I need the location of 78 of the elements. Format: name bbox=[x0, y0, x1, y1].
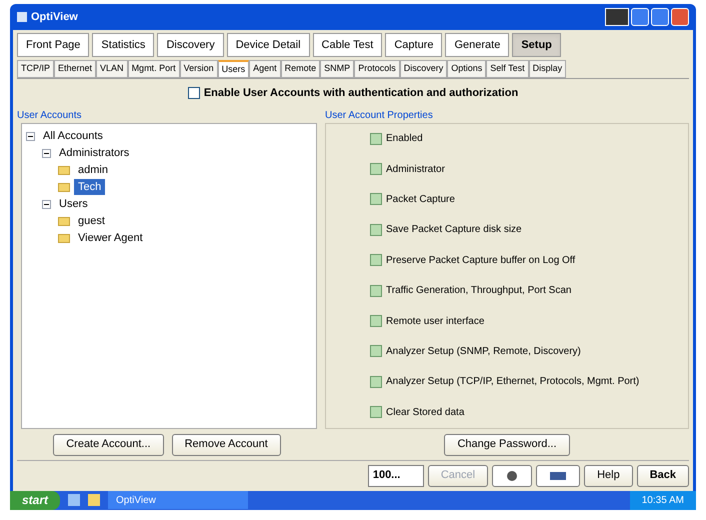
help-button[interactable]: Help bbox=[584, 464, 633, 486]
group-title: User Account Properties bbox=[325, 108, 434, 122]
property-label: Save Packet Capture disk size bbox=[386, 223, 522, 238]
zoom-field[interactable]: 100... bbox=[368, 464, 424, 486]
enable-accounts-label: Enable User Accounts with authentication and authorization bbox=[204, 86, 518, 101]
window-title: OptiView bbox=[31, 10, 78, 25]
tree-item[interactable]: guest bbox=[74, 212, 109, 230]
settings-tab[interactable]: VLAN bbox=[96, 60, 128, 78]
property-checkbox[interactable] bbox=[370, 132, 382, 145]
property-checkbox[interactable] bbox=[370, 254, 382, 266]
settings-tab[interactable]: Options bbox=[447, 60, 486, 78]
folder-icon bbox=[58, 216, 70, 226]
globe-button[interactable] bbox=[492, 464, 532, 486]
close-button[interactable] bbox=[671, 8, 689, 26]
app-icon bbox=[17, 12, 27, 22]
settings-tab[interactable]: Version bbox=[180, 60, 218, 78]
property-checkbox[interactable] bbox=[370, 163, 382, 176]
main-tab[interactable]: Generate bbox=[445, 33, 510, 57]
tree-item[interactable]: Tech bbox=[74, 178, 106, 196]
property-label: Administrator bbox=[386, 162, 445, 177]
tree-item[interactable]: Administrators bbox=[55, 144, 134, 162]
collapse-icon[interactable] bbox=[42, 148, 51, 158]
property-checkbox[interactable] bbox=[370, 224, 382, 236]
property-label: Analyzer Setup (TCP/IP, Ethernet, Protocols, Mgmt. Port) bbox=[386, 375, 640, 390]
property-label: Clear Stored data bbox=[386, 406, 464, 420]
collapse-icon[interactable] bbox=[26, 132, 35, 140]
start-button[interactable]: start bbox=[10, 490, 60, 510]
property-label: Traffic Generation, Throughput, Port Scan bbox=[386, 284, 572, 298]
main-tab[interactable]: Statistics bbox=[92, 33, 154, 57]
account-button[interactable]: Remove Account bbox=[172, 434, 281, 456]
tree-item[interactable]: admin bbox=[74, 162, 112, 178]
main-tab[interactable]: Cable Test bbox=[312, 33, 382, 57]
property-label: Enabled bbox=[386, 132, 423, 146]
system-tray: 10:35 AM bbox=[630, 490, 696, 510]
back-button[interactable]: Back bbox=[636, 464, 689, 486]
property-checkbox[interactable] bbox=[370, 345, 382, 358]
settings-tab[interactable]: Display bbox=[528, 60, 566, 78]
group-title: User Accounts bbox=[17, 108, 82, 122]
settings-tab[interactable]: TCP/IP bbox=[17, 60, 54, 78]
settings-tab[interactable]: Self Test bbox=[486, 60, 529, 78]
minimize-button[interactable] bbox=[631, 8, 649, 26]
property-label: Preserve Packet Capture buffer on Log Off bbox=[386, 254, 576, 268]
enable-accounts-checkbox[interactable] bbox=[188, 87, 200, 100]
property-checkbox[interactable] bbox=[370, 193, 382, 206]
settings-tab[interactable]: Protocols bbox=[354, 60, 400, 78]
settings-tab[interactable]: Agent bbox=[249, 60, 281, 78]
tree-item[interactable]: Viewer Agent bbox=[74, 230, 147, 246]
account-button[interactable]: Create Account... bbox=[53, 434, 164, 456]
property-checkbox[interactable] bbox=[370, 406, 382, 418]
change-password-button[interactable]: Change Password... bbox=[444, 434, 570, 456]
settings-tab[interactable]: Discovery bbox=[400, 60, 448, 78]
main-tab[interactable]: Setup bbox=[512, 33, 561, 57]
main-tab[interactable]: Front Page bbox=[17, 33, 90, 57]
folder-icon bbox=[58, 182, 70, 192]
settings-tab[interactable]: Ethernet bbox=[54, 60, 96, 78]
collapse-icon[interactable] bbox=[42, 200, 51, 208]
settings-tab[interactable]: Users bbox=[218, 60, 250, 78]
tree-item[interactable]: All Accounts bbox=[39, 128, 107, 144]
property-checkbox[interactable] bbox=[370, 315, 382, 328]
main-tab[interactable]: Capture bbox=[385, 33, 442, 57]
property-label: Analyzer Setup (SNMP, Remote, Discovery) bbox=[386, 344, 581, 359]
settings-tab[interactable]: SNMP bbox=[320, 60, 354, 78]
property-checkbox[interactable] bbox=[370, 376, 382, 388]
taskbar-task[interactable]: OptiView bbox=[108, 491, 248, 510]
network-button[interactable] bbox=[536, 464, 580, 486]
property-label: Packet Capture bbox=[386, 192, 455, 207]
settings-tab[interactable]: Remote bbox=[280, 60, 320, 78]
settings-tab[interactable]: Mgmt. Port bbox=[128, 60, 180, 78]
property-label: Remote user interface bbox=[386, 314, 484, 329]
quick-launch-icon[interactable] bbox=[68, 494, 80, 506]
main-tab[interactable]: Device Detail bbox=[226, 33, 310, 57]
folder-icon[interactable] bbox=[88, 494, 100, 506]
maximize-button[interactable] bbox=[651, 8, 669, 26]
main-tab[interactable]: Discovery bbox=[157, 33, 224, 57]
tree-item[interactable]: Users bbox=[55, 196, 92, 212]
folder-icon bbox=[58, 234, 70, 242]
folder-icon bbox=[58, 166, 70, 174]
property-checkbox[interactable] bbox=[370, 284, 382, 297]
